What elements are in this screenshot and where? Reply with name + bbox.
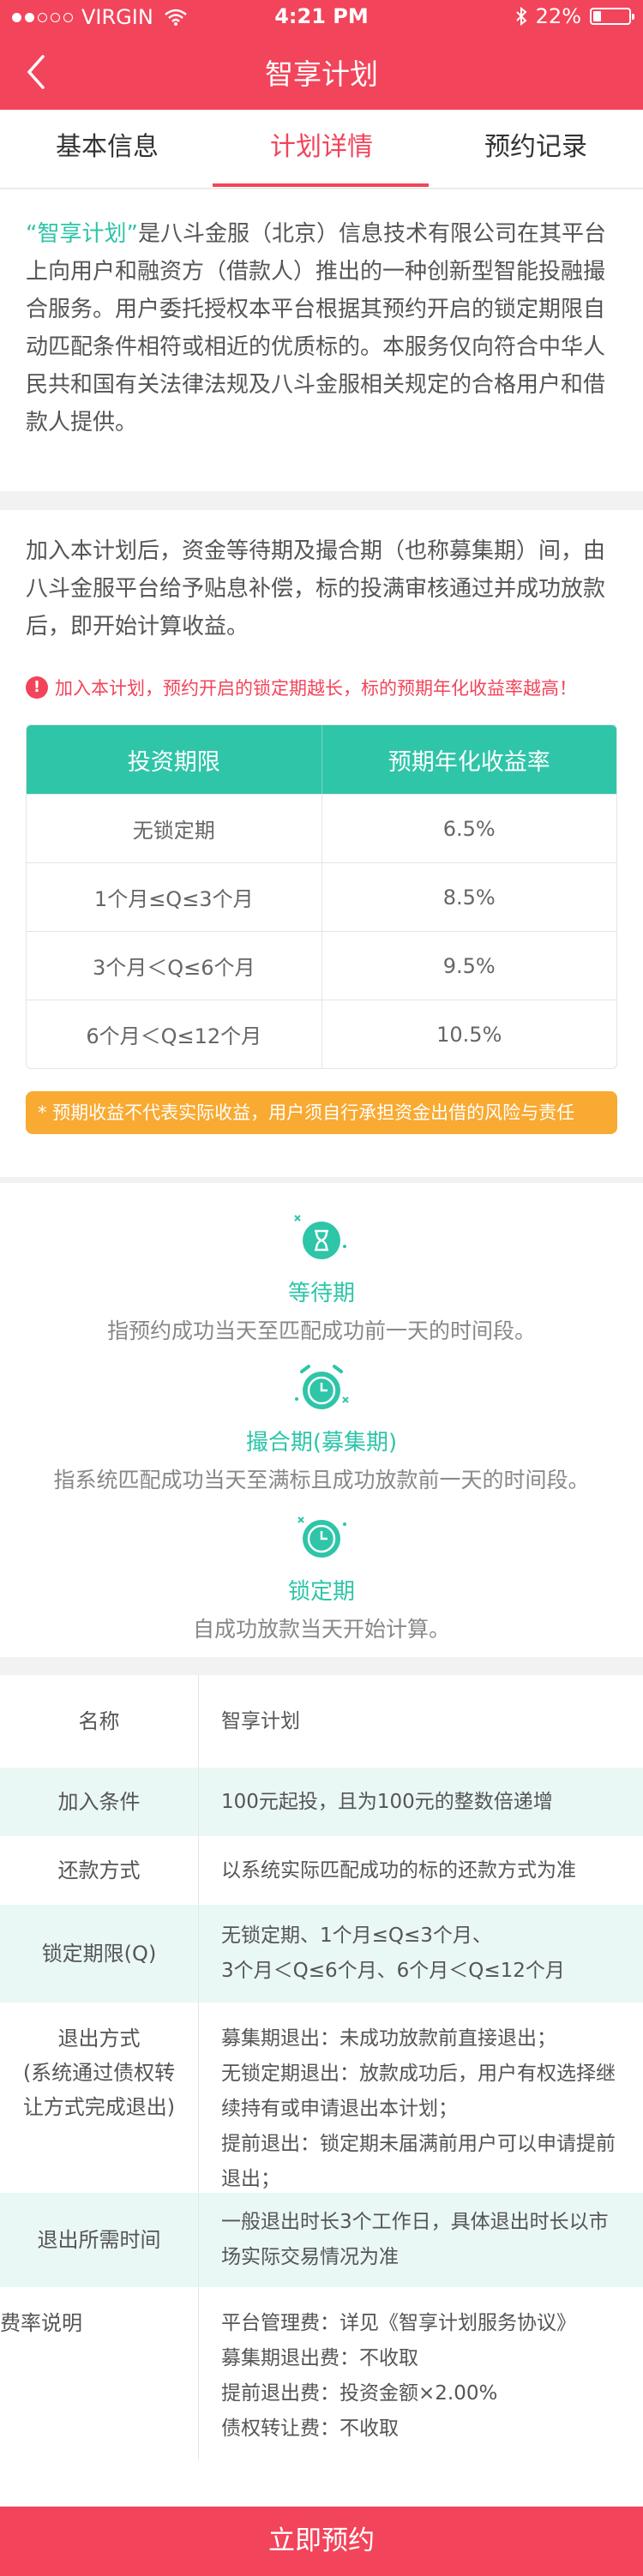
detail-label: 退出所需时间 [0,2193,199,2287]
rate-table: 投资期限 预期年化收益率 无锁定期 6.5% 1个月≤Q≤3个月 8.5% 3个… [26,724,617,1069]
table-row: 6个月＜Q≤12个月 10.5% [27,1000,616,1068]
table-row: 无锁定期 6.5% [27,794,616,862]
page-title: 智享计划 [265,57,378,91]
detail-label: 费率说明 [0,2287,199,2460]
table-row: 1个月≤Q≤3个月 8.5% [27,862,616,931]
period-lock: 锁定期 自成功放款当天开始计算。 [0,1507,643,1643]
status-bar: VIRGIN 4:21 PM 22% [0,0,643,34]
detail-label: 加入条件 [0,1768,199,1836]
reserve-now-button[interactable]: 立即预约 [0,2507,643,2576]
join-description: 加入本计划后，资金等待期及撮合期（也称募集期）间，由八斗金服平台给予贴息补偿，标… [26,538,606,639]
detail-value: 100元起投，且为100元的整数倍递增 [221,1790,553,1813]
rate-cell: 8.5% [442,885,496,910]
header-rate: 预期年化收益率 [388,748,550,776]
detail-row-repayment: 还款方式 以系统实际匹配成功的标的还款方式为准 [0,1836,643,1905]
battery-percent: 22% [535,4,581,28]
active-tab-indicator [213,183,429,187]
term-cell: 6个月＜Q≤12个月 [27,1000,322,1068]
term-cell: 1个月≤Q≤3个月 [27,863,322,931]
detail-value: 智享计划 [221,1709,300,1732]
detail-row-fees: 费率说明 平台管理费：详见《智享计划服务协议》 募集期退出费：不收取 提前退出费… [0,2287,643,2460]
detail-value: 一般退出时长3个工作日，具体退出时长以市场实际交易情况为准 [221,2211,609,2268]
plan-details-table: 名称 智享计划 加入条件 100元起投，且为100元的整数倍递增 还款方式 以系… [0,1675,643,2507]
detail-label: 锁定期限(Q) [0,1905,199,2003]
header-term: 投资期限 [27,725,322,794]
periods-section: 等待期 指预约成功当天至匹配成功前一天的时间段。 撮合期(募集期) 指系统匹配成… [0,1183,643,1657]
tab-bar: 基本信息 计划详情 预约记录 [0,110,643,189]
warning-line: ! 加入本计划，预约开启的锁定期越长，标的预期年化收益率越高！ [26,675,577,700]
intro-section: “智享计划”是八斗金服（北京）信息技术有限公司在其平台上向用户和融资方（借款人）… [0,189,643,491]
warning-text: 加入本计划，预约开启的锁定期越长，标的预期年化收益率越高！ [55,678,577,699]
term-cell: 无锁定期 [27,795,322,862]
rate-cell: 9.5% [442,953,496,978]
period-desc: 自成功放款当天开始计算。 [192,1617,450,1642]
detail-value: 无锁定期、1个月≤Q≤3个月、 3个月＜Q≤6个月、6个月＜Q≤12个月 [221,1924,565,1982]
exclamation-icon: ! [26,676,48,699]
period-title: 锁定期 [287,1579,355,1605]
risk-notice: * 预期收益不代表实际收益，用户须自行承担资金出借的风险与责任 [26,1091,617,1134]
nav-bar: 智享计划 [0,34,643,110]
tab-basic-info[interactable]: 基本信息 [0,110,214,189]
period-desc: 指预约成功当天至匹配成功前一天的时间段。 [106,1318,536,1343]
plan-name-highlight: “智享计划” [26,221,138,247]
detail-value: 以系统实际匹配成功的标的还款方式为准 [221,1858,576,1882]
term-cell: 3个月＜Q≤6个月 [27,932,322,1000]
period-waiting: 等待期 指预约成功当天至匹配成功前一天的时间段。 [0,1209,643,1345]
detail-label: 还款方式 [0,1836,199,1905]
detail-value: 募集期退出：未成功放款前直接退出； 无锁定期退出：放款成功后，用户有权选择继续持… [221,2027,616,2225]
clock-icon [297,1516,346,1558]
period-title: 撮合期(募集期) [245,1430,398,1456]
battery-icon [590,8,634,25]
detail-row-join-condition: 加入条件 100元起投，且为100元的整数倍递增 [0,1768,643,1836]
detail-row-name: 名称 智享计划 [0,1675,643,1768]
detail-label: 退出方式 (系统通过债权转让方式完成退出) [0,2003,199,2193]
detail-row-lock-term: 锁定期限(Q) 无锁定期、1个月≤Q≤3个月、 3个月＜Q≤6个月、6个月＜Q≤… [0,1905,643,2003]
table-row: 3个月＜Q≤6个月 9.5% [27,931,616,1000]
intro-body: 是八斗金服（北京）信息技术有限公司在其平台上向用户和融资方（借款人）推出的一种创… [26,221,606,435]
detail-value: 平台管理费：详见《智享计划服务协议》 募集期退出费：不收取 提前退出费：投资金额… [221,2312,576,2440]
rate-cell: 10.5% [436,1022,502,1047]
intro-text: “智享计划”是八斗金服（北京）信息技术有限公司在其平台上向用户和融资方（借款人）… [26,215,617,441]
period-matching: 撮合期(募集期) 指系统匹配成功当天至满标且成功放款前一天的时间段。 [0,1358,643,1494]
join-section: 加入本计划后，资金等待期及撮合期（也称募集期）间，由八斗金服平台给予贴息补偿，标… [0,510,643,1177]
detail-row-exit-method: 退出方式 (系统通过债权转让方式完成退出) 募集期退出：未成功放款前直接退出； … [0,2003,643,2225]
tab-plan-details[interactable]: 计划详情 [214,110,429,189]
rate-cell: 6.5% [442,816,496,841]
tab-reservation-records[interactable]: 预约记录 [429,110,643,189]
period-title: 等待期 [287,1281,355,1306]
bluetooth-icon [515,7,527,26]
alarm-clock-icon [295,1365,349,1409]
hourglass-icon [294,1215,346,1259]
period-desc: 指系统匹配成功当天至满标且成功放款前一天的时间段。 [53,1468,590,1492]
rate-table-header: 投资期限 预期年化收益率 [27,725,616,794]
detail-row-exit-time: 退出所需时间 一般退出时长3个工作日，具体退出时长以市场实际交易情况为准 [0,2193,643,2287]
detail-label: 名称 [0,1675,199,1768]
